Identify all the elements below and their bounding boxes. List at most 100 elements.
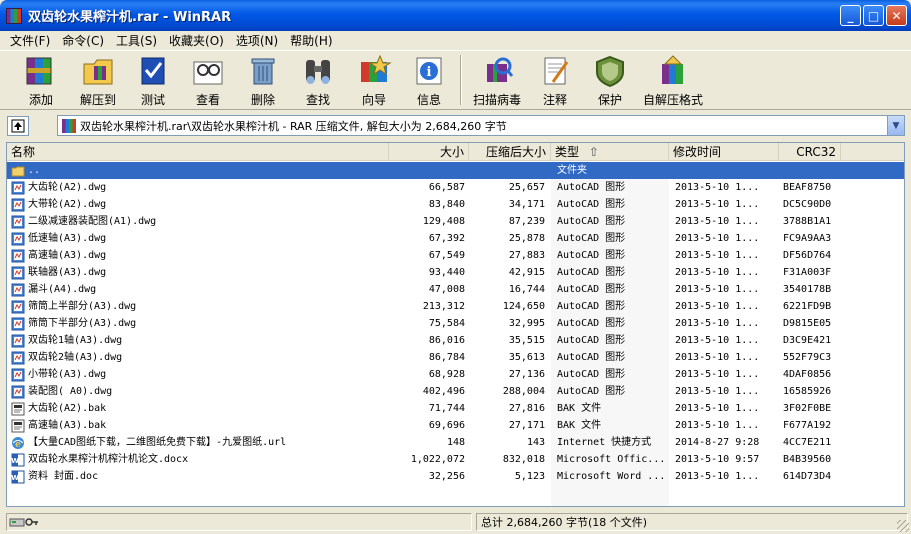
- comment-label: 注释: [542, 93, 567, 107]
- sfx-button[interactable]: 自解压格式: [638, 51, 708, 109]
- file-size: 86,016: [428, 335, 465, 346]
- file-row[interactable]: 大齿轮(A2).dwg 66,587 25,657 AutoCAD 图形 2013-5-…: [7, 179, 904, 196]
- parent-folder-row[interactable]: .. 文件夹: [7, 162, 904, 179]
- file-row[interactable]: 筛筒下半部分(A3).dwg 75,584 32,995 AutoCAD 图形 2013…: [7, 315, 904, 332]
- file-crc: 16585926: [783, 386, 832, 397]
- file-row[interactable]: 双齿轮1轴(A3).dwg 86,016 35,515 AutoCAD 图形 2013-…: [7, 332, 904, 349]
- column-header-modified[interactable]: 修改时间: [669, 143, 779, 161]
- find-button[interactable]: 查找: [290, 51, 346, 109]
- sfx-label: 自解压格式: [642, 93, 703, 107]
- file-packed-size: 124,650: [502, 301, 545, 312]
- file-type: AutoCAD 图形: [557, 369, 626, 380]
- delete-button[interactable]: 删除: [236, 51, 290, 109]
- file-row[interactable]: 大带轮(A2).dwg 83,840 34,171 AutoCAD 图形 2013-5-…: [7, 196, 904, 213]
- file-name: 低速轴(A3).dwg: [28, 233, 107, 244]
- minimize-button[interactable]: _: [840, 5, 861, 26]
- file-name: 装配图( A0).dwg: [28, 386, 113, 397]
- column-header-type[interactable]: 类型 ⇧: [551, 143, 669, 161]
- column-header-crc[interactable]: CRC32: [779, 143, 841, 161]
- dwg-file-icon: [11, 198, 25, 212]
- file-modified: 2013-5-10 1...: [675, 182, 760, 193]
- file-crc: 3788B1A1: [783, 216, 832, 227]
- find-label: 查找: [305, 93, 330, 107]
- svg-text:W: W: [11, 474, 19, 482]
- file-size: 75,584: [428, 318, 465, 329]
- winrar-app-icon[interactable]: [6, 7, 22, 24]
- file-type: AutoCAD 图形: [557, 335, 626, 346]
- file-row[interactable]: e 【大量CAD图纸下载，二维图纸免费下载】-九爱图纸.url 148 143 Inte…: [7, 434, 904, 451]
- comment-button[interactable]: 注释: [528, 51, 582, 109]
- file-crc: D9815E05: [783, 318, 832, 329]
- file-crc: F677A192: [783, 420, 832, 431]
- file-size: 32,256: [428, 471, 465, 482]
- file-row[interactable]: W 双齿轮水果榨汁机榨汁机论文.docx 1,022,072 832,018 Micro…: [7, 451, 904, 468]
- protect-button[interactable]: 保护: [582, 51, 638, 109]
- virus-scan-button[interactable]: 扫描病毒: [466, 51, 528, 109]
- file-row[interactable]: 高速轴(A3).bak 69,696 27,171 BAK 文件 2013-5-10 1…: [7, 417, 904, 434]
- file-row[interactable]: 联轴器(A3).dwg 93,440 42,915 AutoCAD 图形 2013-5-…: [7, 264, 904, 281]
- file-modified: 2013-5-10 1...: [675, 471, 760, 482]
- file-row[interactable]: 低速轴(A3).dwg 67,392 25,878 AutoCAD 图形 2013-5-…: [7, 230, 904, 247]
- menu-help[interactable]: 帮助(H): [284, 32, 338, 49]
- file-size: 67,392: [428, 233, 465, 244]
- file-crc: 4CC7E211: [783, 437, 832, 448]
- file-packed-size: 5,123: [514, 471, 545, 482]
- file-crc: 3540178B: [783, 284, 832, 295]
- wizard-button[interactable]: 向导: [346, 51, 402, 109]
- find-binoculars-icon: [298, 53, 338, 89]
- window-title: 双齿轮水果榨汁机.rar - WinRAR: [28, 10, 232, 25]
- file-type: AutoCAD 图形: [557, 267, 626, 278]
- title-bar[interactable]: 双齿轮水果榨汁机.rar - WinRAR _ □ ✕: [0, 0, 911, 31]
- view-button[interactable]: 查看: [180, 51, 236, 109]
- file-modified: 2013-5-10 1...: [675, 250, 760, 261]
- extract-to-button[interactable]: 解压到: [70, 51, 126, 109]
- archive-icon: [62, 118, 76, 133]
- file-row[interactable]: 双齿轮2轴(A3).dwg 86,784 35,613 AutoCAD 图形 2013-…: [7, 349, 904, 366]
- test-icon: [133, 53, 173, 89]
- address-bar: 双齿轮水果榨汁机.rar\双齿轮水果榨汁机 - RAR 压缩文件, 解包大小为 …: [0, 113, 911, 139]
- column-header-size[interactable]: 大小: [389, 143, 469, 161]
- file-list[interactable]: 名称 大小 压缩后大小 类型 ⇧ 修改时间 CRC32 .. 文件夹 大齿轮(A2)…: [6, 142, 905, 507]
- file-row[interactable]: 装配图( A0).dwg 402,496 288,004 AutoCAD 图形 2013…: [7, 383, 904, 400]
- file-row[interactable]: 二级减速器装配图(A1).dwg 129,408 87,239 AutoCAD 图形 2…: [7, 213, 904, 230]
- up-folder-button[interactable]: [7, 116, 29, 136]
- file-name: 高速轴(A3).bak: [28, 420, 107, 431]
- file-size: 71,744: [428, 403, 465, 414]
- maximize-button[interactable]: □: [863, 5, 884, 26]
- menu-tools[interactable]: 工具(S): [110, 32, 163, 49]
- file-type: AutoCAD 图形: [557, 182, 626, 193]
- bak-file-icon: [11, 419, 25, 433]
- menu-commands[interactable]: 命令(C): [56, 32, 110, 49]
- file-packed-size: 27,136: [508, 369, 545, 380]
- address-field[interactable]: 双齿轮水果榨汁机.rar\双齿轮水果榨汁机 - RAR 压缩文件, 解包大小为 …: [57, 115, 905, 136]
- menu-options[interactable]: 选项(N): [230, 32, 284, 49]
- file-packed-size: 34,171: [508, 199, 545, 210]
- test-button[interactable]: 测试: [126, 51, 180, 109]
- address-dropdown-button[interactable]: ▼: [887, 116, 904, 135]
- file-crc: 6221FD9B: [783, 301, 832, 312]
- file-crc: 552F79C3: [783, 352, 832, 363]
- file-row[interactable]: 筛筒上半部分(A3).dwg 213,312 124,650 AutoCAD 图形 20…: [7, 298, 904, 315]
- file-type: AutoCAD 图形: [557, 216, 626, 227]
- menu-favorites[interactable]: 收藏夹(O): [163, 32, 230, 49]
- dwg-file-icon: [11, 385, 25, 399]
- add-button[interactable]: 添加: [12, 51, 70, 109]
- file-size: 213,312: [422, 301, 465, 312]
- file-row[interactable]: W 资料 封面.doc 32,256 5,123 Microsoft Word ... 2…: [7, 468, 904, 485]
- file-crc: D3C9E421: [783, 335, 832, 346]
- column-header-name[interactable]: 名称: [7, 143, 389, 161]
- info-button[interactable]: i 信息: [402, 51, 456, 109]
- file-row[interactable]: 漏斗(A4).dwg 47,008 16,744 AutoCAD 图形 2013-5-1…: [7, 281, 904, 298]
- file-size: [391, 162, 465, 179]
- file-size: 86,784: [428, 352, 465, 363]
- dwg-file-icon: [11, 181, 25, 195]
- file-row[interactable]: 小带轮(A3).dwg 68,928 27,136 AutoCAD 图形 2013-5-…: [7, 366, 904, 383]
- column-header-packed[interactable]: 压缩后大小: [469, 143, 551, 161]
- svg-text:W: W: [11, 457, 19, 465]
- file-row[interactable]: 高速轴(A3).dwg 67,549 27,883 AutoCAD 图形 2013-5-…: [7, 247, 904, 264]
- close-button[interactable]: ✕: [886, 5, 907, 26]
- file-row[interactable]: 大齿轮(A2).bak 71,744 27,816 BAK 文件 2013-5-10 1…: [7, 400, 904, 417]
- menu-file[interactable]: 文件(F): [4, 32, 56, 49]
- file-name-cell: 漏斗(A4).dwg: [11, 281, 391, 298]
- resize-grip[interactable]: [897, 520, 909, 532]
